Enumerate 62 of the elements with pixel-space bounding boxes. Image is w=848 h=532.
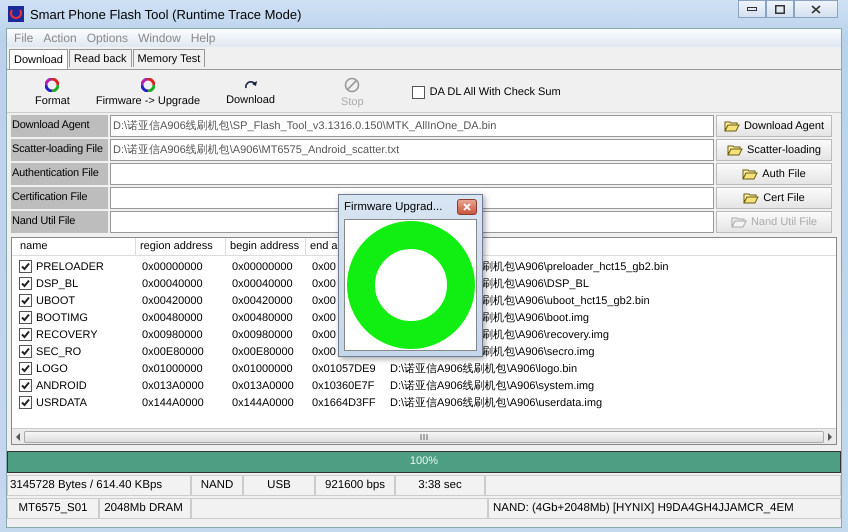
checkbox-label: DA DL All With Check Sum: [430, 86, 561, 98]
table-cell-text: 0x00: [311, 328, 337, 340]
partition-name: USRDATA: [36, 396, 87, 408]
field-label: Nand Util File: [11, 211, 108, 233]
table-cell-text: 0x10360E7F: [311, 380, 376, 392]
table-cell-text: 0x00: [311, 312, 337, 324]
table-cell-text: 0x00420000: [231, 294, 294, 306]
partition-name: BOOTIMG: [36, 312, 88, 324]
file-path: 刷机包\A906\DSP_BL: [482, 278, 589, 290]
table-cell-text: 0x00E80000: [141, 346, 205, 358]
table-cell-text: 0x1664D3FF: [311, 396, 377, 408]
table-cell-text: 0x00E80000: [231, 346, 295, 358]
table-cell-text: 0x00000000: [231, 260, 294, 272]
file-path: 刷机包\A906\boot.img: [482, 312, 589, 324]
table-cell-text: 0x00040000: [231, 278, 294, 290]
field-label: Authentication File: [11, 163, 108, 185]
file-path: 刷机包\A906\preloader_hct15_gb2.bin: [482, 261, 669, 273]
table-cell-text: 0x01000000: [231, 362, 294, 374]
file-path: D:\诺亚信A906线刷机包\A906\logo.bin: [390, 363, 578, 375]
dialog-title: Firmware Upgrad...: [344, 201, 442, 213]
partition-name: PRELOADER: [36, 260, 104, 272]
table-cell-text: 0x00: [311, 260, 337, 272]
status-cell: NAND: (4Gb+2048Mb) [HYNIX] H9DA4GH4JJAMCR_4EM: [488, 498, 841, 519]
table-cell-text: 0x01000000: [141, 362, 204, 374]
table-cell-text: 0x01057DE9: [311, 362, 377, 374]
window-title: Smart Phone Flash Tool (Runtime Trace Mode): [30, 6, 302, 22]
status-cell: USB: [243, 475, 315, 496]
table-cell-text: 0x00980000: [141, 328, 204, 340]
status-cell: 921600 bps: [315, 475, 395, 496]
status-cell: 3:38 sec: [395, 475, 485, 496]
partition-name: RECOVERY: [36, 328, 98, 340]
file-path: D:\诺亚信A906线刷机包\A906\system.img: [390, 380, 594, 392]
file-path: D:\诺亚信A906线刷机包\A906\userdata.img: [390, 397, 602, 409]
status-cell: MT6575_S01: [7, 498, 99, 519]
partition-name: LOGO: [36, 362, 68, 374]
status-cell: NAND: [191, 475, 243, 496]
partition-name: UBOOT: [36, 294, 76, 306]
table-cell-text: 0x013A0000: [231, 380, 295, 392]
table-cell-text: 0x144A0000: [231, 396, 295, 408]
table-cell-text: 0x00040000: [141, 278, 204, 290]
file-path: 刷机包\A906\recovery.img: [482, 329, 609, 341]
table-cell-text: 0x013A0000: [141, 380, 205, 392]
table-cell-text: 0x144A0000: [141, 396, 205, 408]
field-label: Scatter-loading File: [11, 139, 108, 161]
table-cell-text: 0x00: [311, 346, 337, 358]
table-cell-text: 0x00420000: [141, 294, 204, 306]
table-cell-text: 0x00980000: [231, 328, 294, 340]
file-path: 刷机包\A906\uboot_hct15_gb2.bin: [482, 295, 650, 307]
table-cell-text: 0x00480000: [231, 312, 294, 324]
file-path: 刷机包\A906\secro.img: [482, 346, 594, 358]
partition-name: ANDROID: [36, 380, 87, 392]
table-cell-text: 0x00: [311, 294, 337, 306]
table-cell-text: 0x00: [311, 278, 337, 290]
status-cell: 2048Mb DRAM: [99, 498, 191, 519]
table-cell-text: 0x00000000: [141, 260, 204, 272]
table-cell-text: 0x00480000: [141, 312, 204, 324]
partition-name: SEC_RO: [36, 346, 82, 358]
status-cell: 3145728 Bytes / 614.40 KBps: [7, 475, 191, 496]
progress-label: 100%: [410, 455, 438, 467]
partition-name: DSP_BL: [36, 278, 78, 290]
field-label: Certification File: [11, 187, 108, 209]
field-label: Download Agent: [11, 115, 108, 137]
